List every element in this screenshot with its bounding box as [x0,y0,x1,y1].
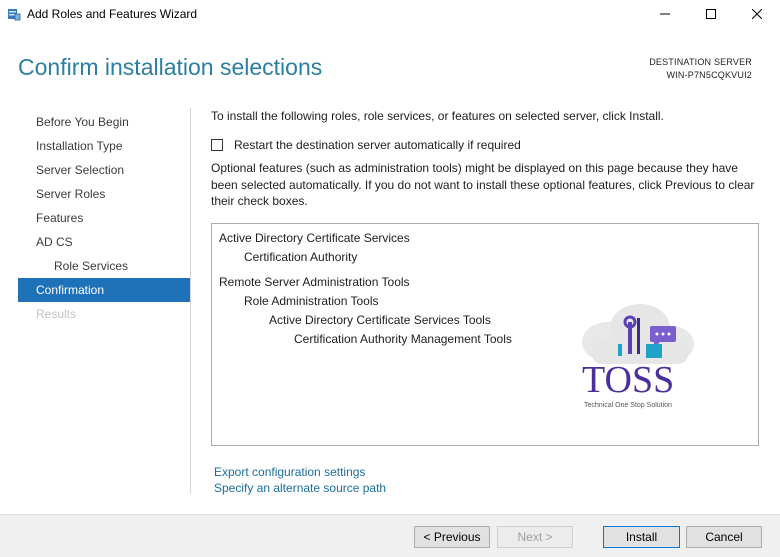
nav-item-server-roles[interactable]: Server Roles [18,182,190,206]
destination-server-name: WIN-P7N5CQKVUI2 [666,70,752,80]
export-configuration-link[interactable]: Export configuration settings [214,464,386,480]
intro-text: To install the following roles, role ser… [211,109,664,123]
alternate-source-link[interactable]: Specify an alternate source path [214,480,386,496]
close-icon [751,8,763,22]
nav-item-installation-type[interactable]: Installation Type [18,134,190,158]
install-button[interactable]: Install [603,526,680,548]
list-item: Active Directory Certificate Services To… [269,313,491,327]
title-bar: Add Roles and Features Wizard [0,0,780,30]
nav-item-ad-cs[interactable]: AD CS [18,230,190,254]
nav-item-results: Results [36,307,77,321]
cancel-button[interactable]: Cancel [686,526,762,548]
watermark-brand: TOSS [582,359,674,401]
wizard-footer: < Previous Next > Install Cancel [0,514,780,557]
list-item: Active Directory Certificate Services [219,231,410,245]
next-button: Next > [497,526,573,548]
nav-item-features[interactable]: Features [18,206,190,230]
links-area: Export configuration settings Specify an… [214,464,386,496]
minimize-button[interactable] [642,0,688,30]
close-button[interactable] [734,0,780,30]
server-manager-icon [7,7,21,21]
window-title: Add Roles and Features Wizard [27,7,198,21]
page-title: Confirm installation selections [18,54,323,80]
nav-item-role-services[interactable]: Role Services [18,254,190,278]
list-item: Certification Authority [244,250,358,264]
watermark-tagline: Technical One Stop Solution [584,402,672,409]
maximize-icon [706,8,716,22]
toss-watermark-logo: TOSS Technical One Stop Solution [578,300,696,412]
destination-server-label: DESTINATION SERVER [649,57,752,67]
restart-option[interactable]: Restart the destination server automatic… [211,138,521,152]
maximize-button[interactable] [688,0,734,30]
optional-features-text: Optional features (such as administratio… [211,161,755,208]
nav-divider [190,108,191,494]
list-item: Remote Server Administration Tools [219,275,410,289]
wizard-steps-nav: Before You Begin Installation Type Serve… [18,110,190,326]
destination-server-info: DESTINATION SERVER WIN-P7N5CQKVUI2 [649,56,752,82]
nav-item-server-selection[interactable]: Server Selection [18,158,190,182]
previous-button[interactable]: < Previous [414,526,490,548]
minimize-icon [660,8,670,22]
list-item: Certification Authority Management Tools [294,332,512,346]
restart-checkbox[interactable] [211,139,223,151]
restart-label[interactable]: Restart the destination server automatic… [234,138,521,152]
nav-item-before-you-begin[interactable]: Before You Begin [18,110,190,134]
list-item: Role Administration Tools [244,294,379,308]
nav-item-confirmation[interactable]: Confirmation [18,278,190,302]
